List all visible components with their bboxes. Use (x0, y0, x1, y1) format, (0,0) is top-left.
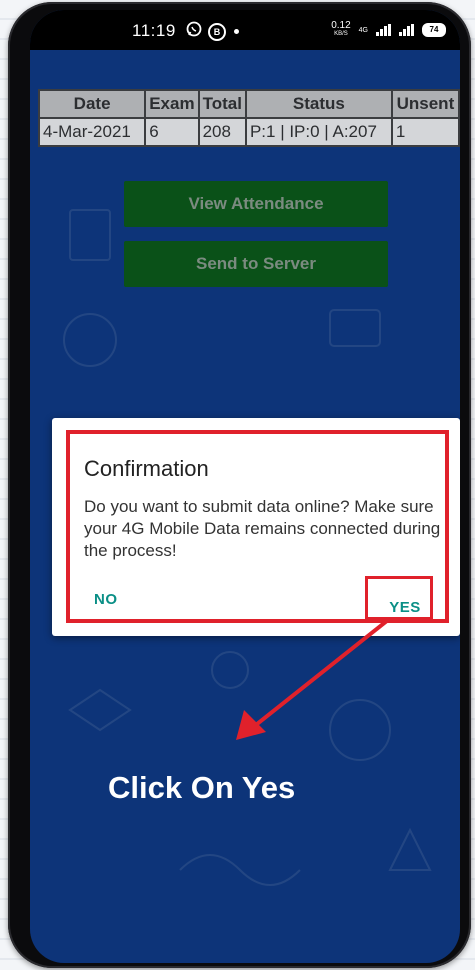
network-type-label: 4G (358, 26, 368, 34)
phone-frame: 11:19 B 0.12 KB/S 4G 74 Date Exam Total … (8, 2, 471, 968)
more-notifications-dot-icon (234, 29, 239, 34)
click-on-yes-callout: Click On Yes (108, 770, 296, 805)
app-screen: 11:19 B 0.12 KB/S 4G 74 Date Exam Total … (30, 10, 460, 963)
status-time: 11:19 (132, 21, 176, 40)
signal-strength-icon (376, 24, 391, 36)
notification-icons: B (186, 21, 239, 42)
battery-icon: 74 (422, 23, 446, 37)
status-bar: 11:19 B 0.12 KB/S 4G 74 (30, 10, 460, 50)
dialog-message: Do you want to submit data online? Make … (84, 497, 441, 560)
dialog-title: Confirmation (84, 456, 209, 481)
system-icons: 0.12 KB/S 4G 74 (331, 21, 446, 39)
no-button[interactable]: NO (88, 590, 124, 609)
b-app-icon: B (208, 22, 226, 41)
network-speed-unit: KB/S (334, 31, 348, 37)
whatsapp-icon (186, 21, 202, 42)
yes-button[interactable]: YES (376, 592, 434, 622)
network-speed: 0.12 KB/S (331, 21, 350, 39)
signal-strength-2-icon (399, 24, 414, 36)
